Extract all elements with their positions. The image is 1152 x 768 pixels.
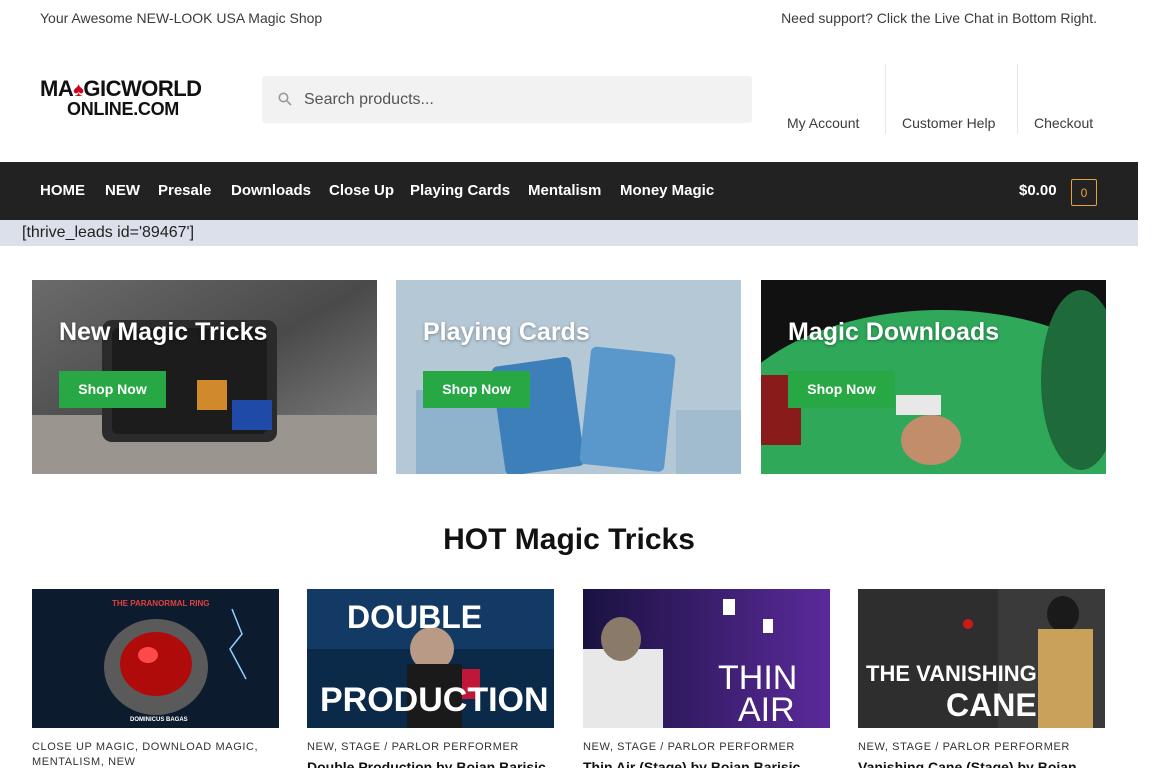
nav-item-close-up[interactable]: Close Up (329, 182, 394, 199)
support-notice: Need support? Click the Live Chat in Bot… (781, 10, 1097, 26)
product-card[interactable]: DOUBLE PRODUCTION NEW, STAGE / PARLOR PE… (307, 589, 554, 768)
nav-item-money-magic[interactable]: Money Magic (620, 182, 714, 199)
main-navigation: HOME NEW Presale Downloads Close Up Play… (0, 162, 1138, 220)
shop-now-button[interactable]: Shop Now (788, 371, 895, 408)
section-title: HOT Magic Tricks (443, 523, 695, 556)
nav-item-new[interactable]: NEW (105, 182, 140, 199)
product-categories[interactable]: NEW, STAGE / PARLOR PERFORMER (858, 740, 1105, 755)
nav-item-downloads[interactable]: Downloads (231, 182, 311, 199)
product-name[interactable]: Double Production by Bojan Barisic (307, 759, 554, 768)
shop-now-button[interactable]: Shop Now (423, 371, 530, 408)
divider (1017, 64, 1018, 134)
product-categories[interactable]: CLOSE UP MAGIC, DOWNLOAD MAGIC, MENTALIS… (32, 740, 279, 768)
shop-now-button[interactable]: Shop Now (59, 371, 166, 408)
product-image[interactable]: THIN AIR (583, 589, 830, 728)
product-name[interactable]: Thin Air (Stage) by Bojan Barisic (583, 759, 830, 768)
nav-item-home[interactable]: HOME (40, 182, 85, 199)
cart-total[interactable]: $0.00 (1019, 182, 1057, 199)
product-image[interactable]: THE VANISHING CANE (858, 589, 1105, 728)
nav-item-presale[interactable]: Presale (158, 182, 211, 199)
promo-magic-downloads[interactable]: Magic Downloads Shop Now (761, 280, 1106, 474)
search-input[interactable] (304, 76, 734, 123)
nav-item-mentalism[interactable]: Mentalism (528, 182, 601, 199)
shortcode-banner: [thrive_leads id='89467'] (0, 220, 1138, 246)
site-logo[interactable]: MA♠GICWORLD ONLINE.COM (40, 78, 220, 119)
site-header: MA♠GICWORLD ONLINE.COM My Account Custom… (0, 36, 1152, 162)
product-card[interactable]: THE PARANORMAL RING DOMINICUS BAGAS CLOS… (32, 589, 279, 768)
top-bar: Your Awesome NEW-LOOK USA Magic Shop Nee… (0, 0, 1152, 36)
product-card[interactable]: THIN AIR NEW, STAGE / PARLOR PERFORMER T… (583, 589, 830, 768)
product-categories[interactable]: NEW, STAGE / PARLOR PERFORMER (307, 740, 554, 755)
product-search (262, 76, 752, 123)
store-tagline: Your Awesome NEW-LOOK USA Magic Shop (40, 10, 323, 26)
promo-title: New Magic Tricks (59, 318, 268, 346)
promo-new-magic-tricks[interactable]: New Magic Tricks Shop Now (32, 280, 377, 474)
spade-icon: ♠ (73, 79, 84, 101)
product-categories[interactable]: NEW, STAGE / PARLOR PERFORMER (583, 740, 830, 755)
divider (885, 64, 886, 134)
nav-item-playing-cards[interactable]: Playing Cards (410, 182, 510, 199)
my-account-link[interactable]: My Account (787, 64, 859, 134)
ring-image (32, 589, 279, 728)
product-image[interactable]: THE PARANORMAL RING DOMINICUS BAGAS (32, 589, 279, 728)
promo-title: Playing Cards (423, 318, 590, 346)
promo-playing-cards[interactable]: Playing Cards Shop Now (396, 280, 741, 474)
product-name[interactable]: Vanishing Cane (Stage) by Bojan (858, 759, 1105, 768)
checkout-link[interactable]: Checkout (1034, 64, 1093, 134)
promo-title: Magic Downloads (788, 318, 1000, 346)
product-image[interactable]: DOUBLE PRODUCTION (307, 589, 554, 728)
product-card[interactable]: THE VANISHING CANE NEW, STAGE / PARLOR P… (858, 589, 1105, 768)
search-icon (278, 92, 292, 106)
cart-count-badge[interactable]: 0 (1071, 179, 1097, 206)
customer-help-link[interactable]: Customer Help (902, 64, 995, 134)
